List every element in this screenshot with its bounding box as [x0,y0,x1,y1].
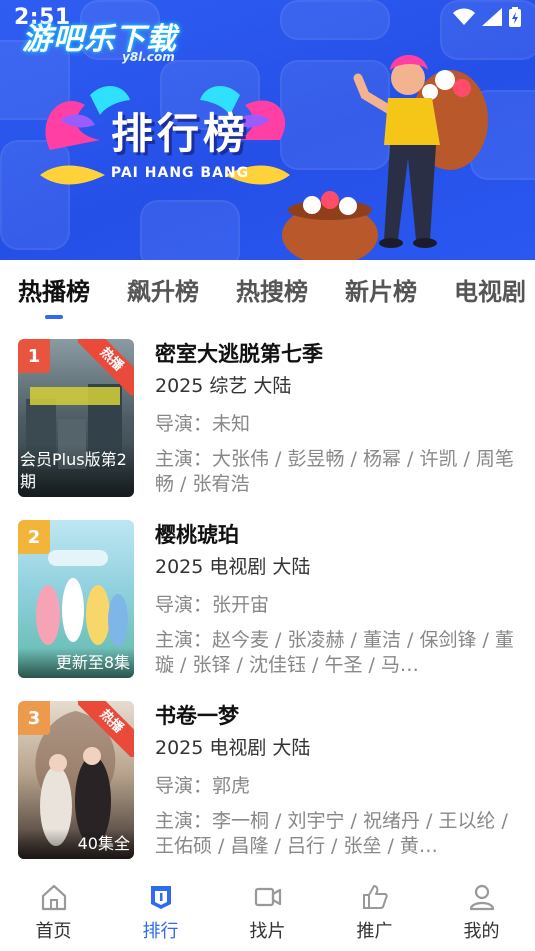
thumbs-up-icon [362,885,388,909]
nav-promotion[interactable]: 推广 [330,882,420,943]
list-item[interactable]: 2 更新至8集 樱桃琥珀 2025 电视剧 大陆 导演：张开宙 主演：赵今麦 /… [18,503,528,678]
nav-profile[interactable]: 我的 [437,882,527,943]
poster-image[interactable]: 2 更新至8集 [18,520,134,678]
banner-title: 排行榜 [110,109,249,158]
item-title[interactable]: 密室大逃脱第七季 [155,339,525,369]
nav-ranking[interactable]: 排行 [116,882,206,943]
tab-label: 热搜榜 [236,277,308,306]
hot-badge-label: 热播 [78,339,134,395]
user-icon [469,884,494,911]
signal-icon [482,8,502,26]
poster-caption: 40集全 [18,829,134,859]
nav-label: 首页 [35,921,72,942]
item-director: 导演：未知 [155,413,251,435]
poster-image[interactable]: 1 热播 会员Plus版第2期 [18,339,134,497]
status-icons [453,7,521,27]
poster-caption: 更新至8集 [18,648,134,678]
item-meta: 2025 电视剧 大陆 [155,737,311,759]
item-cast: 主演：赵今麦 / 张凌赫 / 董洁 / 保剑锋 / 董璇 / 张铎 / 沈佳钰 … [155,629,514,676]
nav-label: 排行 [142,921,179,942]
rank-badge: 1 [18,339,50,373]
item-meta: 2025 电视剧 大陆 [155,556,311,578]
tab-tv-series[interactable]: 电视剧 [454,272,526,311]
active-tab-indicator [45,314,63,319]
nav-home[interactable]: 首页 [9,882,99,943]
tab-hot-search[interactable]: 热搜榜 [236,272,308,311]
person-illustration [282,55,488,260]
watermark-domain: y8l.com [122,50,175,64]
item-info: 樱桃琥珀 2025 电视剧 大陆 导演：张开宙 主演：赵今麦 / 张凌赫 / 董… [155,520,525,678]
ranking-tabs: 热播榜 飙升榜 热搜榜 新片榜 电视剧 [0,260,535,322]
poster-image[interactable]: 3 热播 40集全 [18,701,134,859]
item-cast: 主演：李一桐 / 刘宇宁 / 祝绪丹 / 王以纶 / 王佑硕 / 昌隆 / 吕行… [155,810,508,857]
item-director: 导演：张开宙 [155,594,270,616]
item-title[interactable]: 书卷一梦 [155,701,525,731]
hot-badge: 热播 [78,701,134,757]
bottom-navigation: 首页 排行 找片 推广 我的 [0,870,535,951]
list-item[interactable]: 1 热播 会员Plus版第2期 密室大逃脱第七季 2025 综艺 大陆 导演：未… [18,322,528,497]
wifi-icon [453,8,475,25]
tab-label: 飙升榜 [127,277,199,306]
tab-rising[interactable]: 飙升榜 [127,272,199,311]
ranking-icon [150,886,171,909]
tab-new-releases[interactable]: 新片榜 [345,272,417,311]
ranking-banner: 排行榜 PAI HANG BANG 2:51 游吧乐下载 y8l.com [0,0,535,260]
tab-label: 电视剧 [454,277,526,306]
tab-label: 新片榜 [345,277,417,306]
item-cast: 主演：大张伟 / 彭昱畅 / 杨幂 / 许凯 / 周笔畅 / 张宥浩 [155,448,514,495]
rank-badge: 3 [18,701,50,735]
battery-charging-icon [509,7,521,27]
banner-subtitle: PAI HANG BANG [110,165,250,181]
poster-caption: 会员Plus版第2期 [18,445,134,497]
video-camera-icon [254,887,281,907]
rank-badge: 2 [18,520,50,554]
banner-tile [140,200,240,260]
hot-badge-label: 热播 [78,701,134,757]
tab-hot-play[interactable]: 热播榜 [18,272,90,319]
item-director: 导演：郭虎 [155,775,251,797]
item-info: 书卷一梦 2025 电视剧 大陆 导演：郭虎 主演：李一桐 / 刘宇宁 / 祝绪… [155,701,525,859]
item-title[interactable]: 樱桃琥珀 [155,520,525,550]
nav-label: 找片 [249,921,286,942]
nav-find-video[interactable]: 找片 [223,882,313,943]
hot-badge: 热播 [78,339,134,395]
nav-label: 我的 [463,921,500,942]
home-icon [41,884,66,911]
banner-title-block: 排行榜 PAI HANG BANG [100,100,260,181]
site-watermark: 游吧乐下载 y8l.com [22,14,177,64]
tab-label: 热播榜 [18,277,90,306]
nav-label: 推广 [356,921,393,942]
list-item[interactable]: 3 热播 40集全 书卷一梦 2025 电视剧 大陆 导演：郭虎 主演：李一桐 … [18,684,528,859]
item-info: 密室大逃脱第七季 2025 综艺 大陆 导演：未知 主演：大张伟 / 彭昱畅 /… [155,339,525,497]
item-meta: 2025 综艺 大陆 [155,375,292,397]
